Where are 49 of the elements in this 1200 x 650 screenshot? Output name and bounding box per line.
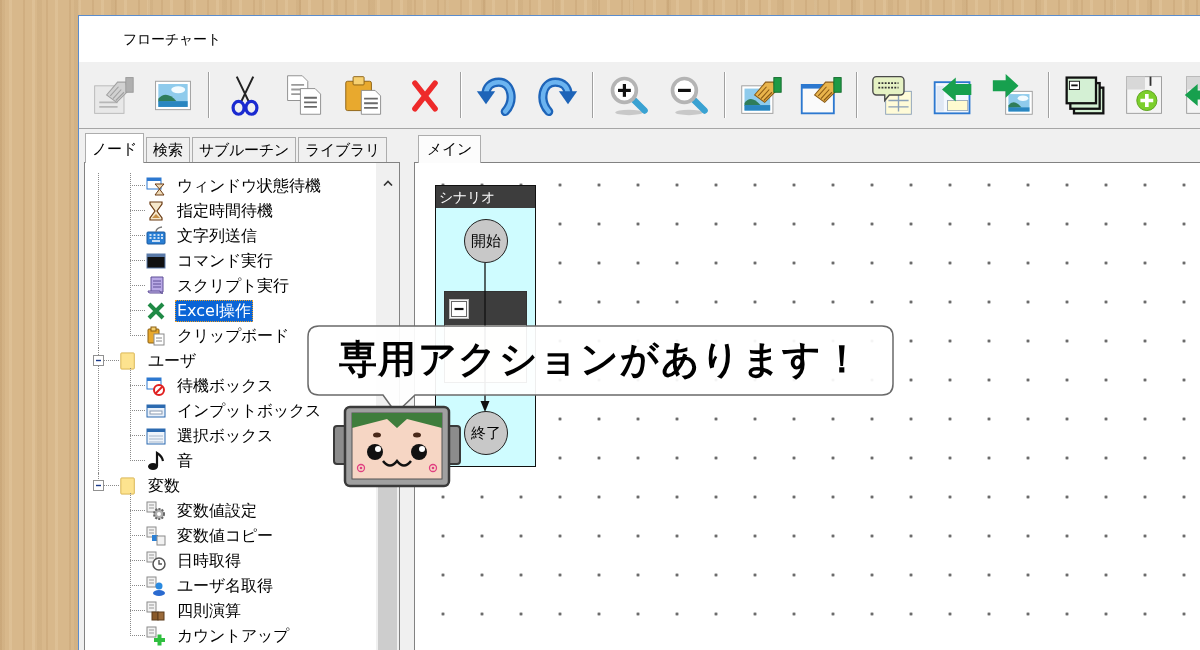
flow-node[interactable]: 終了 — [463, 411, 508, 455]
folder-icon — [119, 475, 137, 496]
tree-item[interactable]: ウィンドウ状態待機 — [175, 174, 323, 197]
tree-item[interactable]: ユーザ名取得 — [175, 574, 275, 597]
tree-folder[interactable]: ユーザ — [146, 349, 198, 372]
panel-tab[interactable]: サブルーチン — [192, 137, 296, 162]
window-title: フローチャート — [123, 29, 221, 49]
hourglass-icon — [146, 200, 166, 221]
tree-item[interactable]: 変数値設定 — [175, 499, 259, 522]
window-hourglass-icon — [146, 175, 166, 196]
speech-bubble-icon — [871, 73, 915, 117]
terminal-icon — [146, 250, 166, 271]
panel-tab[interactable]: ノード — [85, 133, 144, 163]
tree-item[interactable]: 音 — [175, 449, 195, 472]
tree-item[interactable]: 日時取得 — [175, 549, 243, 572]
callout-text: 専用アクションがあります！ — [338, 339, 863, 381]
collapse-toggle[interactable] — [93, 355, 104, 366]
panel-tab[interactable]: ライブラリ — [298, 137, 387, 162]
tree-folder[interactable]: 変数 — [146, 474, 182, 497]
tree-item[interactable]: 四則演算 — [175, 599, 243, 622]
collapse-toggle[interactable] — [93, 480, 104, 491]
tree-item[interactable]: スクリプト実行 — [175, 274, 291, 297]
tree-item[interactable]: 待機ボックス — [175, 374, 275, 397]
chevron-up-icon — [382, 180, 393, 186]
arrow-picture-icon — [991, 73, 1035, 117]
lane-title: シナリオ — [436, 186, 535, 208]
list-window-icon — [146, 425, 166, 446]
collapse-button[interactable] — [449, 299, 469, 319]
tree-item[interactable]: 指定時間待機 — [175, 199, 275, 222]
tree-item[interactable]: クリップボード — [175, 324, 291, 347]
keyboard-icon — [146, 225, 166, 246]
window-prohibited-icon — [146, 375, 166, 396]
scroll-icon — [146, 275, 166, 296]
scrollbar-thumb[interactable] — [378, 487, 397, 650]
cross-icon — [146, 300, 166, 321]
music-note-icon — [146, 450, 166, 471]
tree-item[interactable]: コマンド実行 — [175, 249, 275, 272]
editor-tab[interactable]: メイン — [418, 135, 481, 163]
tree-item[interactable]: 変数値コピー — [175, 524, 275, 547]
clipboard-icon — [146, 325, 166, 346]
flow-node[interactable]: 開始 — [463, 219, 508, 263]
tree-item[interactable]: 文字列送信 — [175, 224, 259, 247]
tree-item[interactable]: インプットボックス — [175, 399, 323, 422]
tree-item[interactable]: 選択ボックス — [175, 424, 275, 447]
stacked-windows-icon — [1063, 73, 1107, 117]
panel-tab[interactable]: 検索 — [146, 137, 190, 162]
tree-item[interactable]: Excel操作 — [175, 299, 254, 322]
tree-item[interactable]: カウントアップ — [175, 624, 291, 647]
folder-icon — [119, 350, 137, 371]
